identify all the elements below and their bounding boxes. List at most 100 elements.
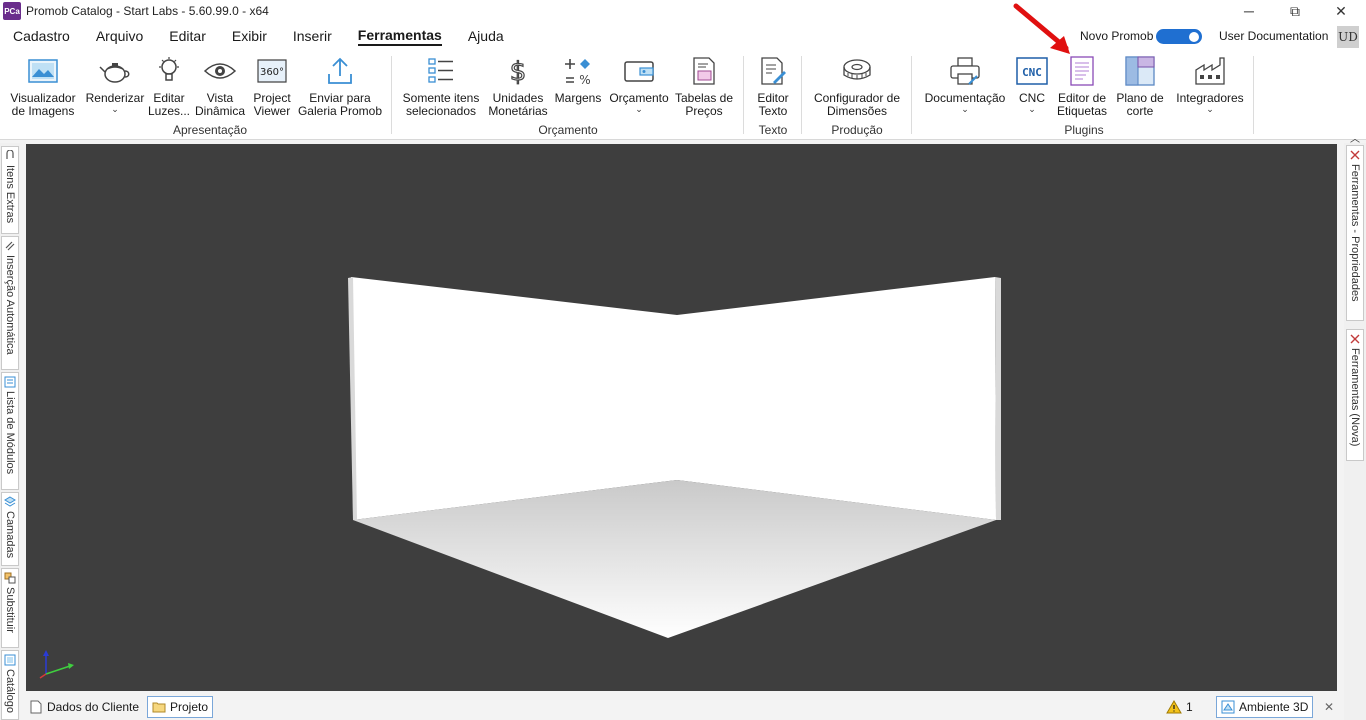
tab-lista-modulos[interactable]: Lista de Módulos [1, 372, 19, 490]
menu-ferramentas[interactable]: Ferramentas [345, 22, 455, 50]
dollar-icon: $ [501, 54, 535, 88]
status-bar: Dados do Cliente Projeto 1 Ambiente 3D ✕ [20, 694, 1344, 720]
tabelas-precos-button[interactable]: Tabelas de Preços [674, 54, 734, 118]
ribbon: Visualizador de Imagens Renderizar ⌄ Edi… [0, 50, 1366, 145]
tools-icon [1350, 150, 1360, 160]
menu-exibir[interactable]: Exibir [219, 22, 280, 50]
novo-promob-toggle[interactable] [1156, 29, 1202, 44]
chevron-down-icon: ⌄ [111, 104, 119, 114]
margens-button[interactable]: % Margens [553, 54, 603, 105]
group-separator [911, 56, 912, 134]
integradores-button[interactable]: Integradores ⌄ [1172, 54, 1248, 114]
cutting-plan-icon [1123, 54, 1157, 88]
replace-icon [4, 572, 16, 584]
chevron-down-icon: ⌄ [961, 104, 969, 114]
group-label-plugins: Plugins [1064, 123, 1104, 137]
chevron-down-icon: ⌄ [1028, 104, 1036, 114]
enviar-galeria-button[interactable]: Enviar para Galeria Promob [296, 54, 384, 118]
novo-promob-label: Novo Promob [1080, 29, 1154, 43]
tab-ferramentas-propriedades[interactable]: Ferramentas - Propriedades [1346, 145, 1364, 321]
left-dock-tabs: Itens Extras Inserção Automática Lista d… [0, 143, 20, 720]
close-button[interactable]: ✕ [1318, 0, 1364, 22]
warning-indicator[interactable]: 1 [1162, 696, 1197, 718]
group-separator [801, 56, 802, 134]
teapot-icon [98, 54, 132, 88]
tab-ferramentas-nova[interactable]: Ferramentas (Nova) [1346, 329, 1364, 461]
svg-text:%: % [579, 73, 590, 86]
tab-itens-extras[interactable]: Itens Extras [1, 146, 19, 234]
cnc-button[interactable]: CNC CNC ⌄ [1014, 54, 1050, 114]
group-separator [391, 56, 392, 134]
room-scene [39, 277, 1001, 679]
price-table-icon [687, 54, 721, 88]
orcamento-button[interactable]: Orçamento ⌄ [606, 54, 672, 114]
group-separator [1253, 56, 1254, 134]
right-wall [677, 277, 996, 520]
axis-gizmo [39, 650, 74, 679]
warning-icon [1166, 700, 1182, 714]
svg-text:CNC: CNC [1022, 66, 1042, 79]
view-360-icon: 360° [255, 54, 289, 88]
menu-arquivo[interactable]: Arquivo [83, 22, 156, 50]
paperclip-icon [6, 150, 14, 159]
tab-catalogo[interactable]: Catálogo [1, 650, 19, 720]
menu-editar[interactable]: Editar [156, 22, 219, 50]
catalog-icon [4, 654, 16, 666]
svg-text:360°: 360° [260, 67, 284, 78]
tools-icon [1350, 334, 1360, 344]
maximize-button[interactable]: ⧉ [1272, 0, 1318, 22]
window-title: Promob Catalog - Start Labs - 5.60.99.0 … [26, 4, 269, 18]
visualizador-imagens-button[interactable]: Visualizador de Imagens [8, 54, 78, 118]
checklist-icon [424, 54, 458, 88]
text-editor-icon [756, 54, 790, 88]
printer-icon [948, 54, 982, 88]
editor-texto-button[interactable]: Editor Texto [752, 54, 794, 118]
tab-projeto[interactable]: Projeto [147, 696, 214, 718]
folder-icon [152, 702, 166, 713]
ambiente-3d-button[interactable]: Ambiente 3D [1216, 696, 1314, 718]
group-label-orcamento: Orçamento [538, 123, 598, 137]
menu-cadastro[interactable]: Cadastro [0, 22, 83, 50]
list-icon [4, 376, 16, 388]
annotation-arrow [1013, 3, 1070, 54]
group-label-texto: Texto [758, 123, 788, 137]
tab-substituir[interactable]: Substituir [1, 568, 19, 648]
editar-luzes-button[interactable]: Editar Luzes... [148, 54, 190, 118]
link-icon [5, 241, 15, 251]
wallet-icon [622, 54, 656, 88]
layers-icon [4, 496, 16, 507]
right-wall-edge [995, 277, 1001, 520]
factory-icon [1193, 54, 1227, 88]
avatar[interactable]: UD [1337, 26, 1359, 48]
project-viewer-button[interactable]: 360° Project Viewer [250, 54, 294, 118]
tab-dados-cliente[interactable]: Dados do Cliente [26, 696, 143, 718]
unidades-monetarias-button[interactable]: $ Unidades Monetárias [486, 54, 550, 118]
eye-icon [203, 54, 237, 88]
editor-etiquetas-button[interactable]: Editor de Etiquetas [1054, 54, 1110, 118]
plano-corte-button[interactable]: Plano de corte [1112, 54, 1168, 118]
left-wall [351, 277, 677, 520]
promob-window: PCa Promob Catalog - Start Labs - 5.60.9… [0, 0, 1366, 720]
group-label-producao: Produção [831, 123, 883, 137]
vista-dinamica-button[interactable]: Vista Dinâmica [194, 54, 246, 118]
renderizar-button[interactable]: Renderizar ⌄ [84, 54, 146, 114]
title-bar: PCa Promob Catalog - Start Labs - 5.60.9… [0, 0, 1366, 22]
document-icon [30, 700, 42, 714]
3d-viewport[interactable] [26, 144, 1337, 691]
user-name[interactable]: User Documentation [1219, 29, 1328, 43]
documentacao-button[interactable]: Documentação ⌄ [922, 54, 1008, 114]
chevron-down-icon: ⌄ [635, 104, 643, 114]
group-separator [743, 56, 744, 134]
menu-ajuda[interactable]: Ajuda [455, 22, 517, 50]
configurador-dimensoes-button[interactable]: Configurador de Dimensões [810, 54, 904, 118]
menu-inserir[interactable]: Inserir [280, 22, 345, 50]
somente-itens-button[interactable]: Somente itens selecionados [400, 54, 482, 118]
math-symbols-icon: % [561, 54, 595, 88]
close-view-button[interactable]: ✕ [1320, 696, 1338, 718]
tape-measure-icon [840, 54, 874, 88]
tab-camadas[interactable]: Camadas [1, 492, 19, 566]
minimize-button[interactable]: ─ [1226, 0, 1272, 22]
tab-insercao-automatica[interactable]: Inserção Automática [1, 236, 19, 370]
right-dock-tabs: Ferramentas - Propriedades Ferramentas (… [1344, 143, 1366, 720]
svg-text:$: $ [510, 57, 527, 87]
